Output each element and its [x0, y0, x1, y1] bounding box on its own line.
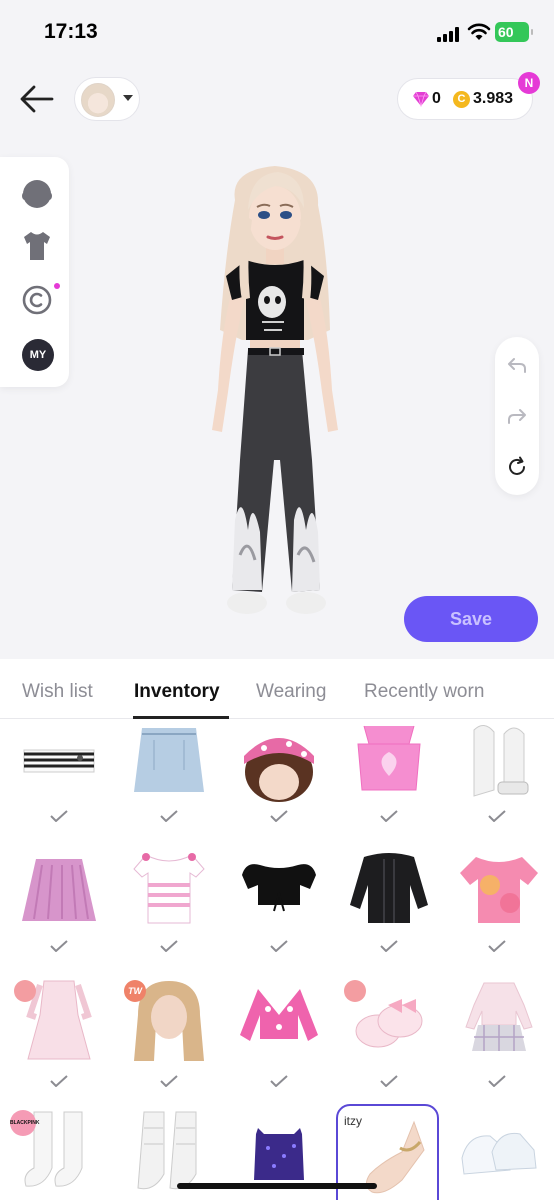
itzy-badge-label: itzy — [344, 1114, 362, 1128]
item-white-sneakers[interactable] — [454, 1108, 544, 1198]
save-button[interactable]: Save — [404, 596, 538, 642]
item-black-puff-top[interactable] — [234, 845, 324, 935]
owned-check-icon — [160, 940, 178, 952]
new-badge: N — [518, 72, 540, 94]
item-denim-skirt[interactable] — [124, 720, 214, 810]
tab-inventory[interactable]: Inventory — [134, 681, 220, 703]
item-pink-plaid-outfit[interactable] — [454, 975, 544, 1065]
wifi-icon — [467, 23, 491, 40]
crown-badge-icon — [14, 980, 36, 1002]
tab-wish-list[interactable]: Wish list — [22, 681, 93, 703]
tab-recently-worn[interactable]: Recently worn — [364, 681, 484, 703]
owned-check-icon — [380, 810, 398, 822]
home-indicator — [177, 1183, 377, 1189]
battery-indicator: 60 — [495, 22, 533, 42]
copyright-icon[interactable] — [20, 283, 54, 317]
owned-check-icon — [50, 940, 68, 952]
avatar-3d-model[interactable] — [200, 160, 350, 625]
currency-pill[interactable]: 0 C 3.983 — [397, 78, 533, 120]
redo-icon[interactable] — [505, 404, 529, 428]
notification-dot — [54, 283, 60, 289]
item-pink-butterfly-top[interactable] — [344, 720, 434, 810]
gem-icon — [413, 91, 429, 107]
avatar-switcher[interactable] — [74, 77, 140, 121]
gem-count: 0 — [432, 90, 441, 107]
item-pink-striped-tee[interactable] — [124, 845, 214, 935]
coin-count: 3.983 — [473, 90, 514, 107]
item-pink-bandana-hair[interactable] — [234, 720, 324, 810]
twice-badge-icon: TW — [124, 980, 146, 1002]
owned-check-icon — [50, 810, 68, 822]
chevron-down-icon — [123, 95, 133, 101]
owned-check-icon — [380, 940, 398, 952]
reset-icon[interactable] — [505, 455, 529, 479]
tab-wearing[interactable]: Wearing — [256, 681, 326, 703]
item-pink-pleated-skirt[interactable] — [14, 845, 104, 935]
item-striped-crop-top[interactable] — [14, 720, 104, 810]
item-pink-eye-sweater[interactable] — [234, 975, 324, 1065]
coin-icon: C — [453, 91, 470, 108]
owned-check-icon — [488, 1075, 506, 1087]
cellular-signal-icon — [437, 26, 461, 42]
tab-bar: Wish list Inventory Wearing Recently wor… — [0, 659, 554, 719]
shirt-icon[interactable] — [20, 229, 54, 263]
item-black-jacket[interactable] — [344, 845, 434, 935]
head-icon[interactable] — [20, 176, 54, 210]
crown-badge-icon — [344, 980, 366, 1002]
owned-check-icon — [270, 1075, 288, 1087]
blackpink-badge-icon: BLACKPINK — [10, 1110, 39, 1136]
owned-check-icon — [50, 1075, 68, 1087]
status-time: 17:13 — [44, 20, 98, 43]
item-white-platform-sandals[interactable] — [454, 720, 544, 810]
active-tab-indicator — [133, 716, 229, 719]
back-arrow-icon[interactable] — [18, 82, 56, 116]
avatar-thumbnail — [81, 83, 115, 117]
status-bar: 17:13 60 — [0, 0, 554, 64]
owned-check-icon — [160, 810, 178, 822]
owned-check-icon — [488, 940, 506, 952]
owned-check-icon — [160, 1075, 178, 1087]
item-tie-dye-tee[interactable] — [454, 845, 544, 935]
owned-check-icon — [270, 940, 288, 952]
my-button[interactable]: MY — [22, 339, 54, 371]
owned-check-icon — [380, 1075, 398, 1087]
owned-check-icon — [488, 810, 506, 822]
owned-check-icon — [270, 810, 288, 822]
undo-icon[interactable] — [505, 353, 529, 377]
